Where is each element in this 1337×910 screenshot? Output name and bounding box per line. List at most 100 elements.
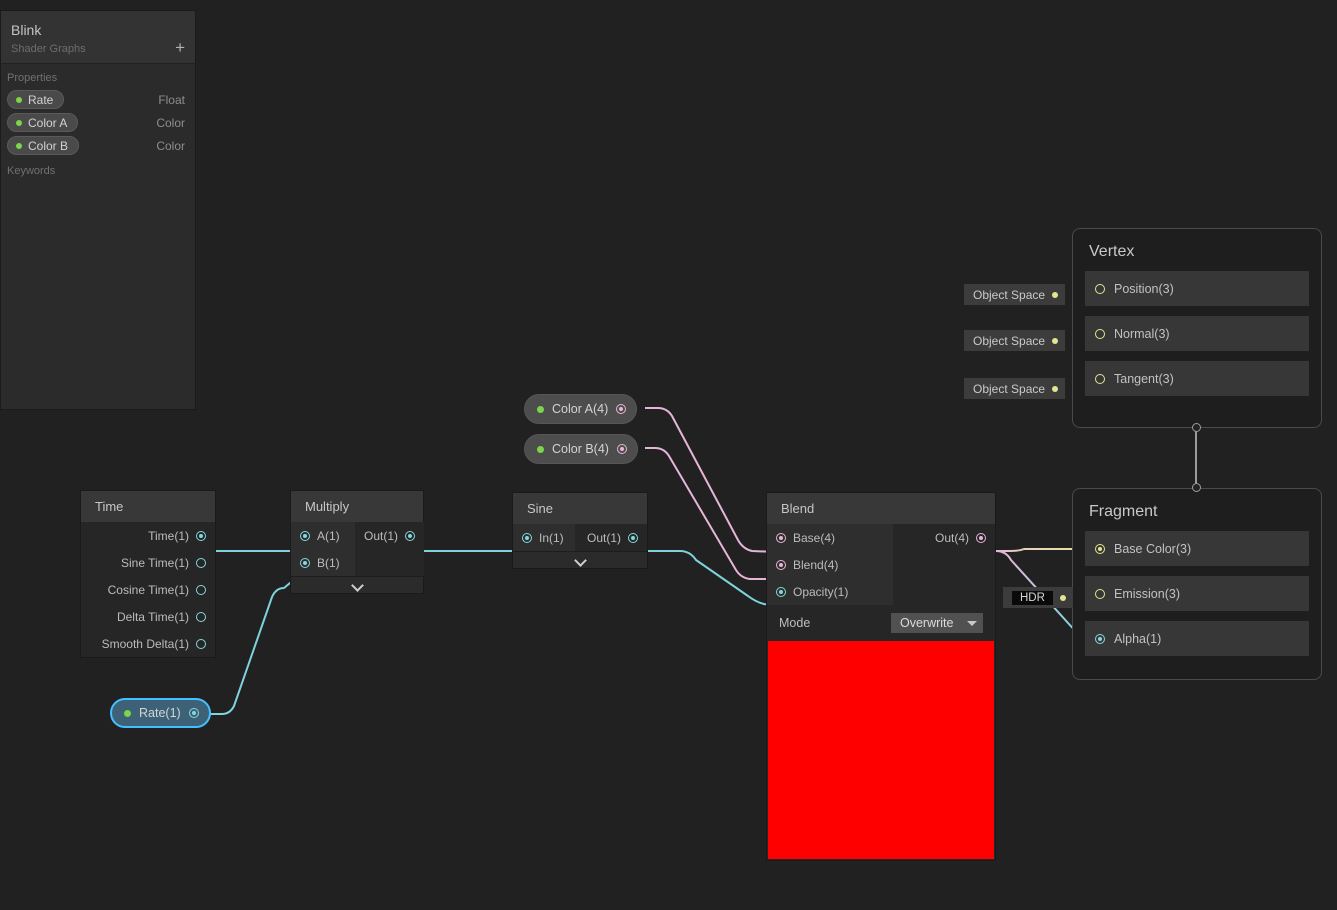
node-port-row[interactable]: Time(1): [81, 522, 215, 549]
port-label: Time(1): [148, 528, 189, 543]
block-node-normal[interactable]: Normal(3): [1085, 316, 1309, 351]
port-label: A(1): [317, 528, 340, 543]
port-label: Base(4): [793, 530, 836, 545]
input-port-base[interactable]: [776, 532, 786, 543]
output-port-time[interactable]: [196, 530, 206, 541]
property-pill-color-a[interactable]: Color A: [7, 113, 79, 132]
property-name: Rate: [28, 92, 54, 107]
blackboard-panel: Blink Shader Graphs + Properties Rate Fl…: [0, 10, 196, 410]
node-title: Blend: [767, 493, 995, 524]
block-node-position[interactable]: Position(3): [1085, 271, 1309, 306]
stack-connector-dot-bottom[interactable]: [1192, 483, 1201, 492]
output-port-delta-time[interactable]: [196, 611, 206, 622]
property-pill-color-b[interactable]: Color B: [7, 136, 80, 155]
value-port-dot-icon: [1052, 337, 1059, 344]
shader-graph-editor: Blink Shader Graphs + Properties Rate Fl…: [0, 0, 1337, 910]
block-label: Base Color(3): [1114, 541, 1192, 556]
output-port-color-b[interactable]: [616, 444, 627, 454]
input-port-a[interactable]: [300, 530, 310, 541]
port-label: Delta Time(1): [116, 609, 189, 624]
node-port-row[interactable]: B(1): [291, 549, 355, 576]
node-port-row[interactable]: Out(4): [893, 524, 995, 551]
node-port-row[interactable]: A(1): [291, 522, 355, 549]
property-row[interactable]: Color B Color: [1, 134, 195, 157]
node-multiply[interactable]: Multiply A(1) B(1) Out(1): [290, 490, 425, 594]
port-label: Out(4): [934, 530, 969, 545]
input-port-in[interactable]: [522, 532, 532, 543]
input-port-emission[interactable]: [1095, 588, 1105, 599]
port-label: In(1): [539, 530, 564, 545]
value-pill-text: Object Space: [973, 381, 1046, 396]
master-stack-vertex[interactable]: Vertex Position(3) Normal(3) Tangent(3): [1072, 228, 1322, 428]
node-sine[interactable]: Sine In(1) Out(1): [512, 492, 648, 569]
block-label: Position(3): [1114, 281, 1174, 296]
collapse-toggle[interactable]: [513, 551, 647, 568]
input-port-b[interactable]: [300, 557, 310, 568]
node-port-row[interactable]: Out(1): [575, 524, 647, 551]
property-dot-icon: [124, 709, 131, 717]
property-node-color-b[interactable]: Color B(4): [524, 434, 638, 464]
node-port-row[interactable]: Smooth Delta(1): [81, 630, 215, 657]
output-port-out[interactable]: [405, 530, 416, 541]
value-port-dot-icon: [1052, 385, 1059, 392]
value-pill-emission-hdr[interactable]: HDR: [1003, 587, 1073, 608]
value-pill-text: Object Space: [973, 333, 1046, 348]
input-port-base-color[interactable]: [1095, 543, 1105, 554]
block-node-emission[interactable]: Emission(3): [1085, 576, 1309, 611]
property-row[interactable]: Color A Color: [1, 111, 195, 134]
master-stack-fragment[interactable]: Fragment Base Color(3) Emission(3) Alpha…: [1072, 488, 1322, 680]
node-port-row[interactable]: Delta Time(1): [81, 603, 215, 630]
port-label: Smooth Delta(1): [101, 636, 189, 651]
input-port-position[interactable]: [1095, 283, 1105, 294]
node-port-row[interactable]: Out(1): [355, 522, 424, 549]
node-port-row[interactable]: Sine Time(1): [81, 549, 215, 576]
chevron-down-icon: [967, 620, 977, 626]
output-port-out[interactable]: [976, 532, 986, 543]
input-port-blend[interactable]: [776, 559, 786, 570]
node-port-row[interactable]: In(1): [513, 524, 575, 551]
block-node-base-color[interactable]: Base Color(3): [1085, 531, 1309, 566]
property-node-rate[interactable]: Rate(1): [110, 698, 211, 728]
blend-mode-value: Overwrite: [900, 616, 954, 630]
input-port-normal[interactable]: [1095, 328, 1105, 339]
value-pill-tangent-space[interactable]: Object Space: [964, 378, 1066, 399]
block-node-alpha[interactable]: Alpha(1): [1085, 621, 1309, 656]
output-port-rate[interactable]: [188, 708, 199, 718]
value-pill-position-space[interactable]: Object Space: [964, 284, 1066, 305]
property-node-label: Color B(4): [552, 442, 609, 456]
output-port-smooth-delta[interactable]: [196, 638, 206, 649]
add-property-button[interactable]: +: [175, 39, 185, 56]
input-port-alpha[interactable]: [1095, 633, 1105, 644]
output-port-color-a[interactable]: [616, 404, 627, 414]
node-port-row[interactable]: Base(4): [767, 524, 893, 551]
output-port-out[interactable]: [628, 532, 638, 543]
property-row[interactable]: Rate Float: [1, 88, 195, 111]
stack-title: Fragment: [1089, 503, 1158, 520]
keywords-section-header: Keywords: [7, 165, 56, 177]
input-port-tangent[interactable]: [1095, 373, 1105, 384]
property-node-color-a[interactable]: Color A(4): [524, 394, 638, 424]
output-port-sine-time[interactable]: [196, 557, 206, 568]
port-label: Cosine Time(1): [107, 582, 189, 597]
port-label: Out(1): [364, 528, 399, 543]
property-node-label: Rate(1): [139, 706, 181, 720]
blend-mode-dropdown[interactable]: Overwrite: [891, 613, 983, 633]
graph-subtitle: Shader Graphs: [11, 43, 86, 55]
blend-mode-label: Mode: [779, 616, 811, 630]
node-time[interactable]: Time Time(1) Sine Time(1) Cosine Time(1)…: [80, 490, 216, 658]
block-label: Alpha(1): [1114, 631, 1162, 646]
value-pill-normal-space[interactable]: Object Space: [964, 330, 1066, 351]
node-blend[interactable]: Blend Base(4) Blend(4) Opacity(1) Out(4)…: [766, 492, 996, 861]
collapse-toggle[interactable]: [291, 576, 423, 593]
output-port-cosine-time[interactable]: [196, 584, 206, 595]
node-port-row[interactable]: Opacity(1): [767, 578, 893, 605]
block-label: Tangent(3): [1114, 371, 1174, 386]
node-port-row[interactable]: Cosine Time(1): [81, 576, 215, 603]
node-port-row[interactable]: Blend(4): [767, 551, 893, 578]
block-node-tangent[interactable]: Tangent(3): [1085, 361, 1309, 396]
port-label: B(1): [317, 555, 340, 570]
property-pill-rate[interactable]: Rate: [7, 90, 65, 109]
blackboard-header: Blink Shader Graphs +: [1, 11, 195, 64]
input-port-opacity[interactable]: [776, 586, 786, 597]
stack-connector-dot-top[interactable]: [1192, 423, 1201, 432]
